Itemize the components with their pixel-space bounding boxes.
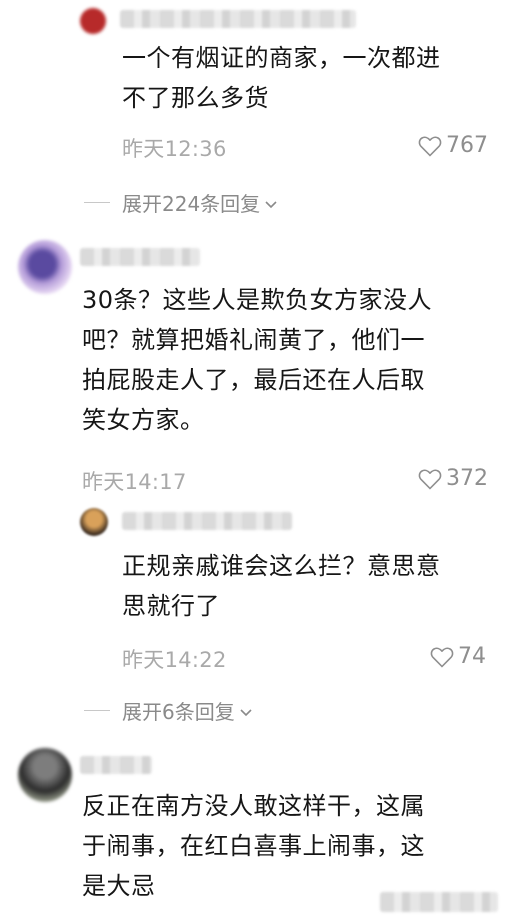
text-line: 30条？这些人是欺负女方家没人 [82,286,433,314]
text-line: 正规亲戚谁会这么拦？意思意 [122,552,441,580]
comment-text: 30条？这些人是欺负女方家没人 吧？就算把婚礼闹黄了，他们一 拍屁股走人了，最后… [82,280,502,440]
avatar[interactable] [18,240,72,294]
username-blurred[interactable] [80,248,200,266]
timestamp: 昨天14:17 [82,470,187,494]
like-button[interactable]: 74 [430,644,486,669]
expand-replies-button[interactable]: 展开6条回复 [84,696,253,725]
text-line: 思就行了 [122,592,220,620]
reply-text: 正规亲戚谁会这么拦？意思意 思就行了 [122,546,502,626]
timestamp: 昨天14:22 [122,648,227,672]
watermark-blurred [380,892,498,912]
divider [84,710,110,711]
comment-item: 30条？这些人是欺负女方家没人 吧？就算把婚礼闹黄了，他们一 拍屁股走人了，最后… [0,230,507,500]
reply-item: 正规亲戚谁会这么拦？意思意 思就行了 昨天14:22 74 [0,500,507,680]
text-line: 不了那么多货 [122,84,269,112]
timestamp: 昨天12:36 [122,137,227,161]
username-blurred[interactable] [80,756,152,774]
expand-replies-button[interactable]: 展开224条回复 [84,188,278,217]
like-count: 372 [446,466,488,491]
text-line: 于闹事，在红白喜事上闹事，这 [82,832,425,860]
like-count: 74 [458,644,486,669]
text-line: 反正在南方没人敢这样干，这属 [82,792,425,820]
heart-outline-icon [418,135,442,157]
like-count: 767 [446,133,488,158]
expand-label: 展开6条回复 [122,700,235,724]
text-line: 一个有烟证的商家，一次都进 [122,44,441,72]
username-blurred[interactable] [120,10,356,28]
text-line: 吧？就算把婚礼闹黄了，他们一 [82,326,425,354]
comment-thread: 一个有烟证的商家，一次都进 不了那么多货 昨天12:36 767 展开224条回… [0,0,507,922]
chevron-down-icon [260,191,278,215]
text-line: 笑女方家。 [82,406,205,434]
avatar[interactable] [18,748,72,802]
reply-text: 一个有烟证的商家，一次都进 不了那么多货 [122,38,502,118]
text-line: 拍屁股走人了，最后还在人后取 [82,366,425,394]
heart-outline-icon [430,646,454,668]
like-button[interactable]: 767 [418,133,488,158]
divider [84,202,110,203]
like-button[interactable]: 372 [418,466,488,491]
chevron-down-icon [235,699,253,723]
expand-label: 展开224条回复 [122,192,261,216]
username-blurred[interactable] [122,512,292,530]
comment-text: 反正在南方没人敢这样干，这属 于闹事，在红白喜事上闹事，这 是大忌 [82,786,502,906]
reply-item: 一个有烟证的商家，一次都进 不了那么多货 昨天12:36 767 [0,0,507,175]
avatar[interactable] [80,8,106,34]
avatar[interactable] [80,508,108,536]
comment-item: 反正在南方没人敢这样干，这属 于闹事，在红白喜事上闹事，这 是大忌 [0,738,507,922]
heart-outline-icon [418,468,442,490]
